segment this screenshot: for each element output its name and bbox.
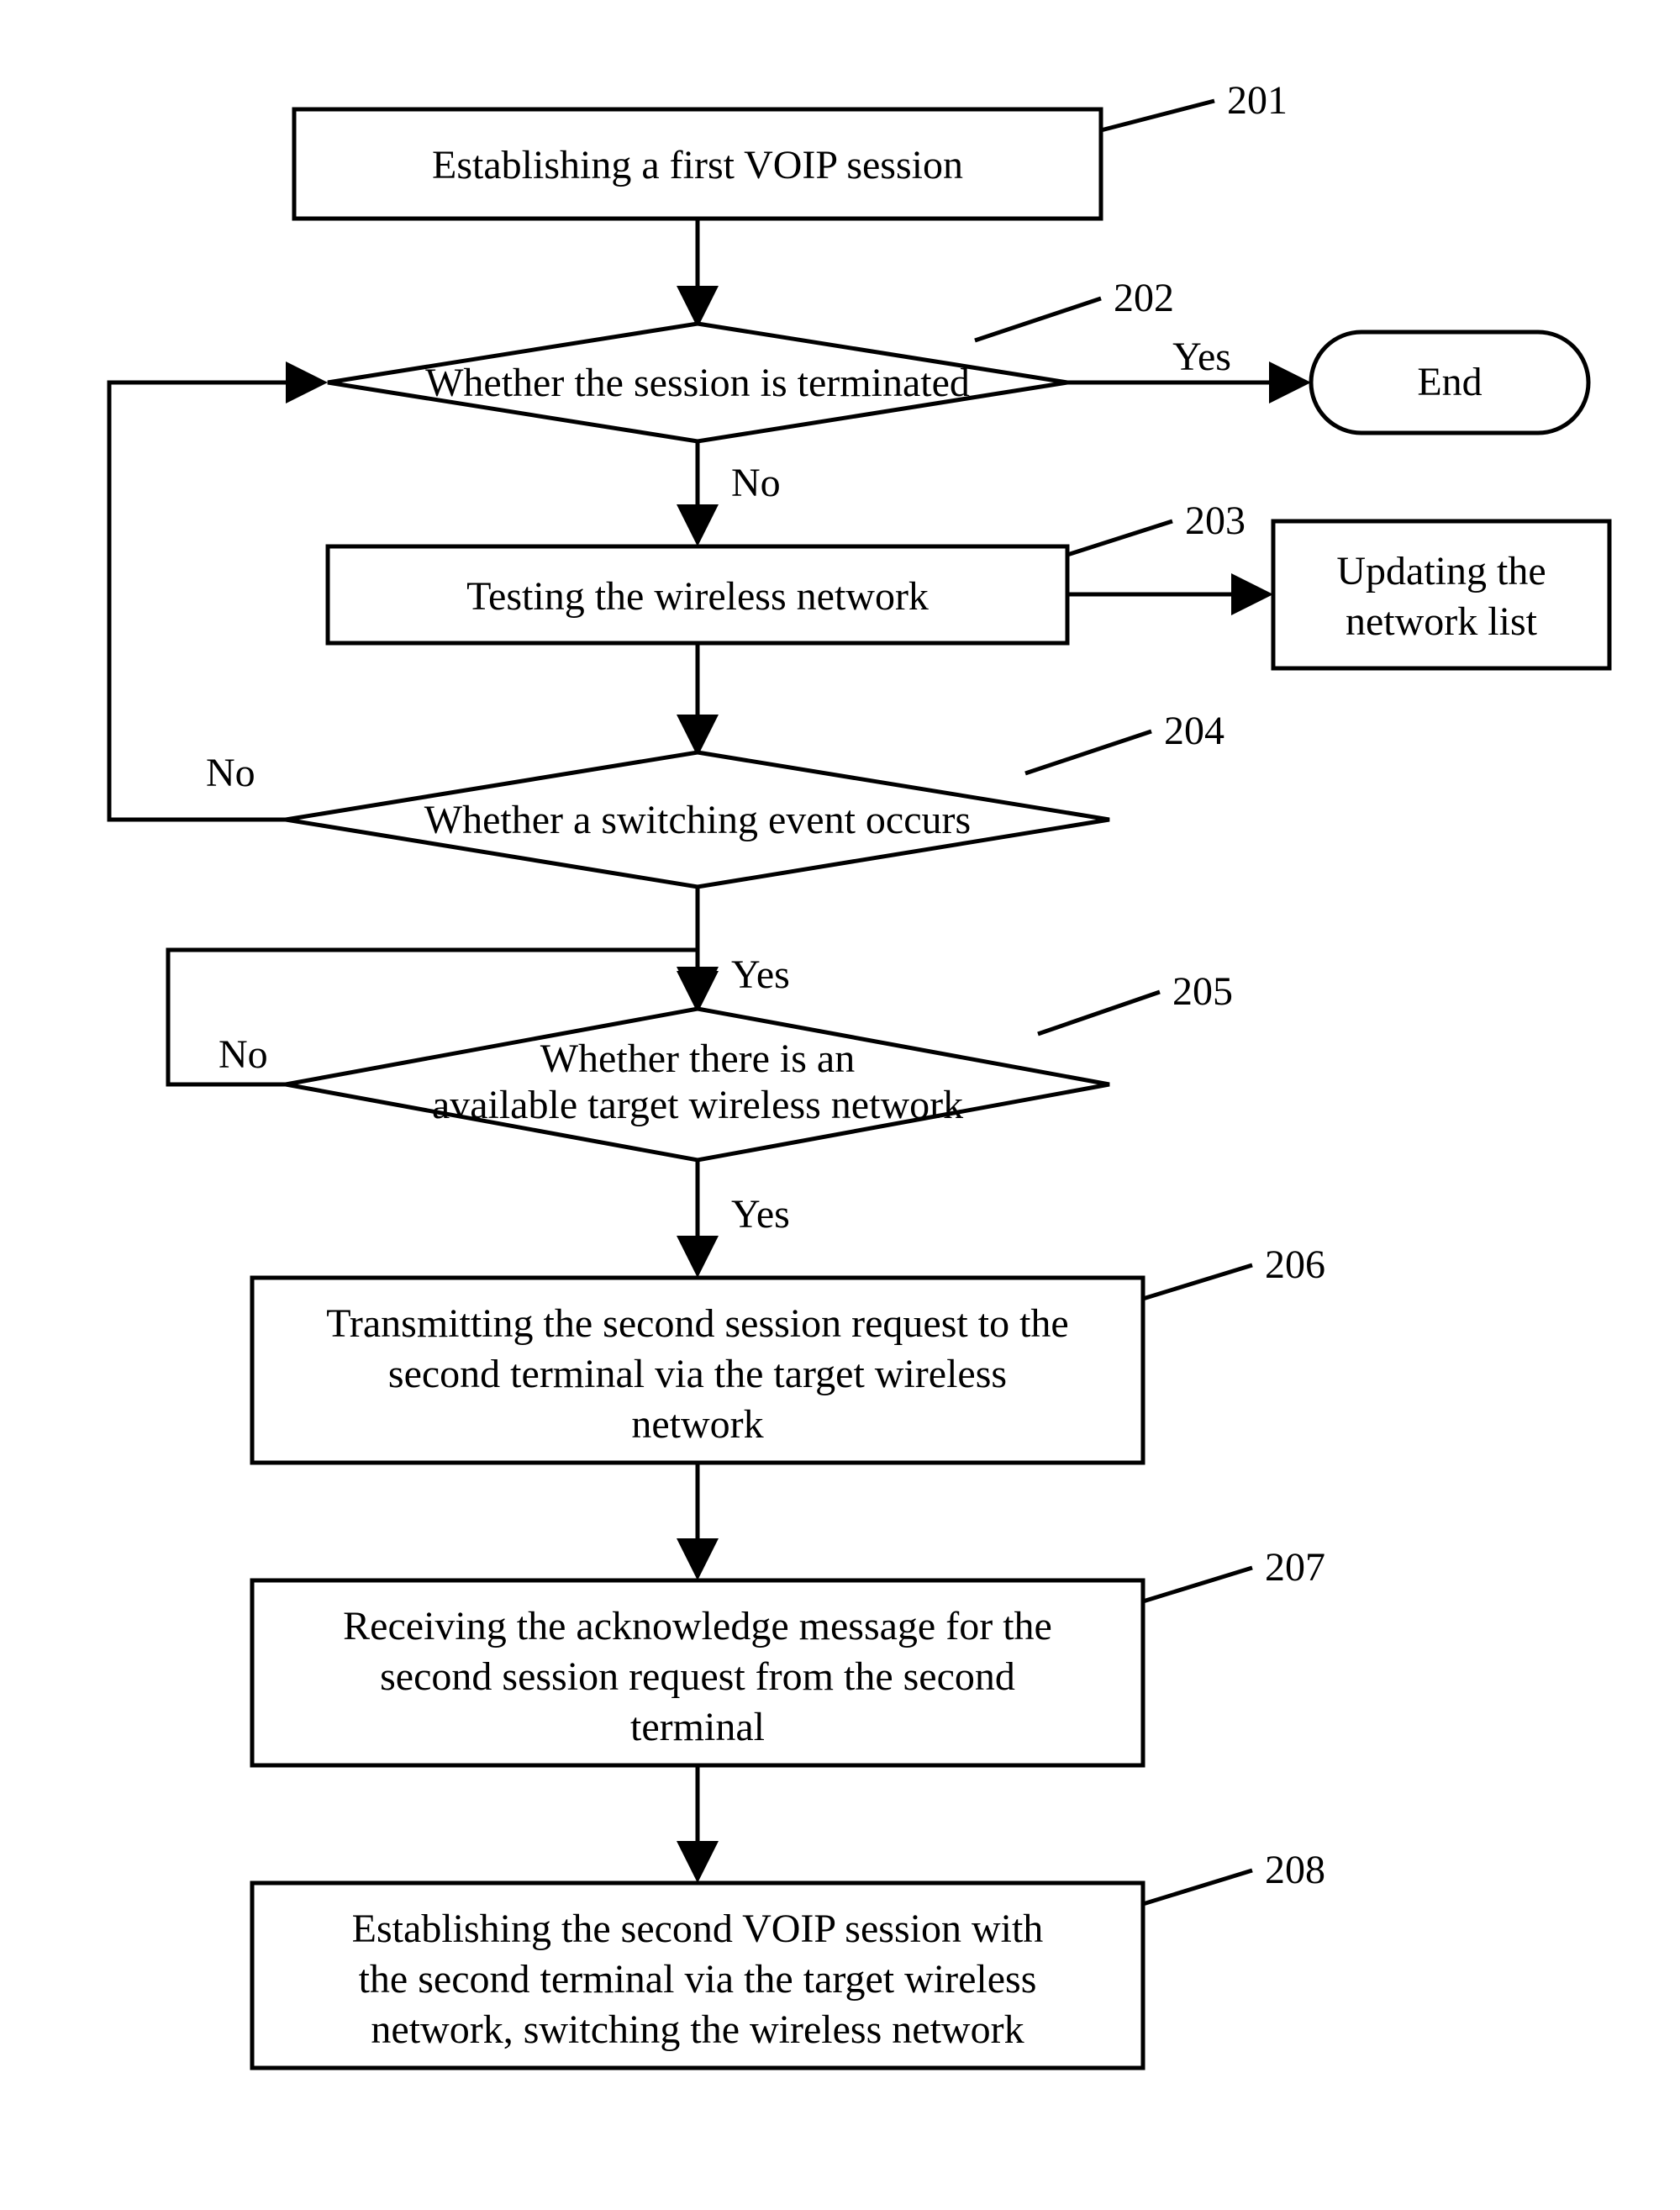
ref-204: 204 <box>1164 709 1224 753</box>
node-202-text: Whether the session is terminated <box>425 361 970 405</box>
node-206: Transmitting the second session request … <box>252 1242 1325 1463</box>
node-206-line2: second terminal via the target wireless <box>388 1352 1007 1396</box>
ref-201: 201 <box>1227 78 1288 123</box>
node-206-line3: network <box>631 1402 763 1447</box>
node-207-line2: second session request from the second <box>380 1654 1015 1699</box>
ref-202: 202 <box>1114 276 1174 320</box>
node-207: Receiving the acknowledge message for th… <box>252 1545 1325 1765</box>
label-204-no: No <box>206 751 255 795</box>
node-208-line1: Establishing the second VOIP session wit… <box>352 1907 1044 1951</box>
label-205-yes: Yes <box>731 1192 790 1237</box>
flowchart-diagram: Establishing a first VOIP session 201 Wh… <box>0 0 1680 2210</box>
node-203: Testing the wireless network 203 <box>328 498 1246 643</box>
edge-204-202-loop: No <box>109 382 319 820</box>
node-201-text: Establishing a first VOIP session <box>432 143 963 187</box>
node-207-line1: Receiving the acknowledge message for th… <box>343 1604 1052 1648</box>
ref-206: 206 <box>1265 1242 1325 1287</box>
ref-203: 203 <box>1185 498 1246 543</box>
node-208-line3: network, switching the wireless network <box>371 2007 1024 2052</box>
node-202: Whether the session is terminated 202 <box>328 276 1174 441</box>
label-204-yes: Yes <box>731 952 790 997</box>
node-end-text: End <box>1417 360 1482 404</box>
node-206-line1: Transmitting the second session request … <box>326 1301 1068 1346</box>
node-update: Updating the network list <box>1273 521 1609 668</box>
node-end: End <box>1311 332 1588 433</box>
node-205: Whether there is an available target wir… <box>286 969 1233 1160</box>
ref-205: 205 <box>1172 969 1233 1014</box>
node-204-text: Whether a switching event occurs <box>424 798 971 842</box>
node-203-text: Testing the wireless network <box>466 574 929 619</box>
ref-207: 207 <box>1265 1545 1325 1590</box>
node-update-line1: Updating the <box>1336 549 1546 593</box>
node-201: Establishing a first VOIP session 201 <box>294 78 1288 219</box>
node-205-line1: Whether there is an <box>540 1036 855 1081</box>
node-204: Whether a switching event occurs 204 <box>286 709 1224 887</box>
label-202-no: No <box>731 461 781 505</box>
node-207-line3: terminal <box>630 1705 765 1749</box>
node-205-line2: available target wireless network <box>432 1083 963 1127</box>
node-update-line2: network list <box>1346 599 1538 644</box>
node-208: Establishing the second VOIP session wit… <box>252 1848 1325 2068</box>
node-208-line2: the second terminal via the target wirel… <box>359 1957 1037 2002</box>
label-202-yes: Yes <box>1172 335 1231 379</box>
label-205-no: No <box>219 1032 268 1077</box>
ref-208: 208 <box>1265 1848 1325 1892</box>
